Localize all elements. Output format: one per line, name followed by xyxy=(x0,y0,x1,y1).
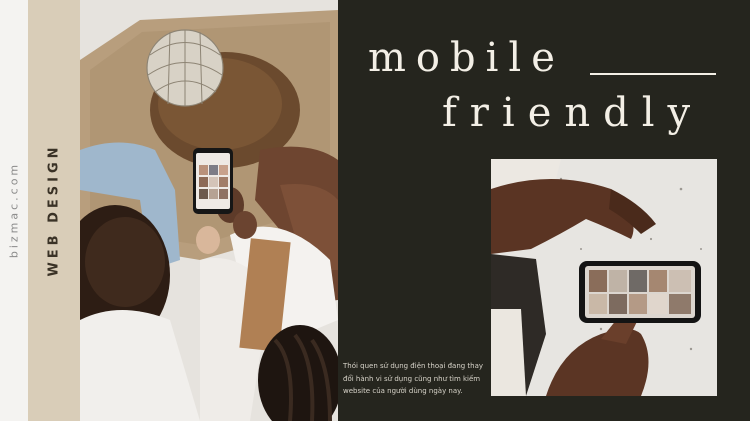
title-divider-line xyxy=(590,73,716,75)
caption-text: Thói quen sử dụng điện thoại đang thay đ… xyxy=(343,362,484,395)
title-line-mobile: mobile xyxy=(368,35,565,81)
photo-phone-on-table xyxy=(491,159,717,396)
category-label-vertical: WEB DESIGN xyxy=(46,143,62,277)
photo-people-using-phone xyxy=(80,0,338,421)
site-url-vertical: bizmac.com xyxy=(7,161,21,259)
title-line-friendly: friendly xyxy=(442,90,704,136)
